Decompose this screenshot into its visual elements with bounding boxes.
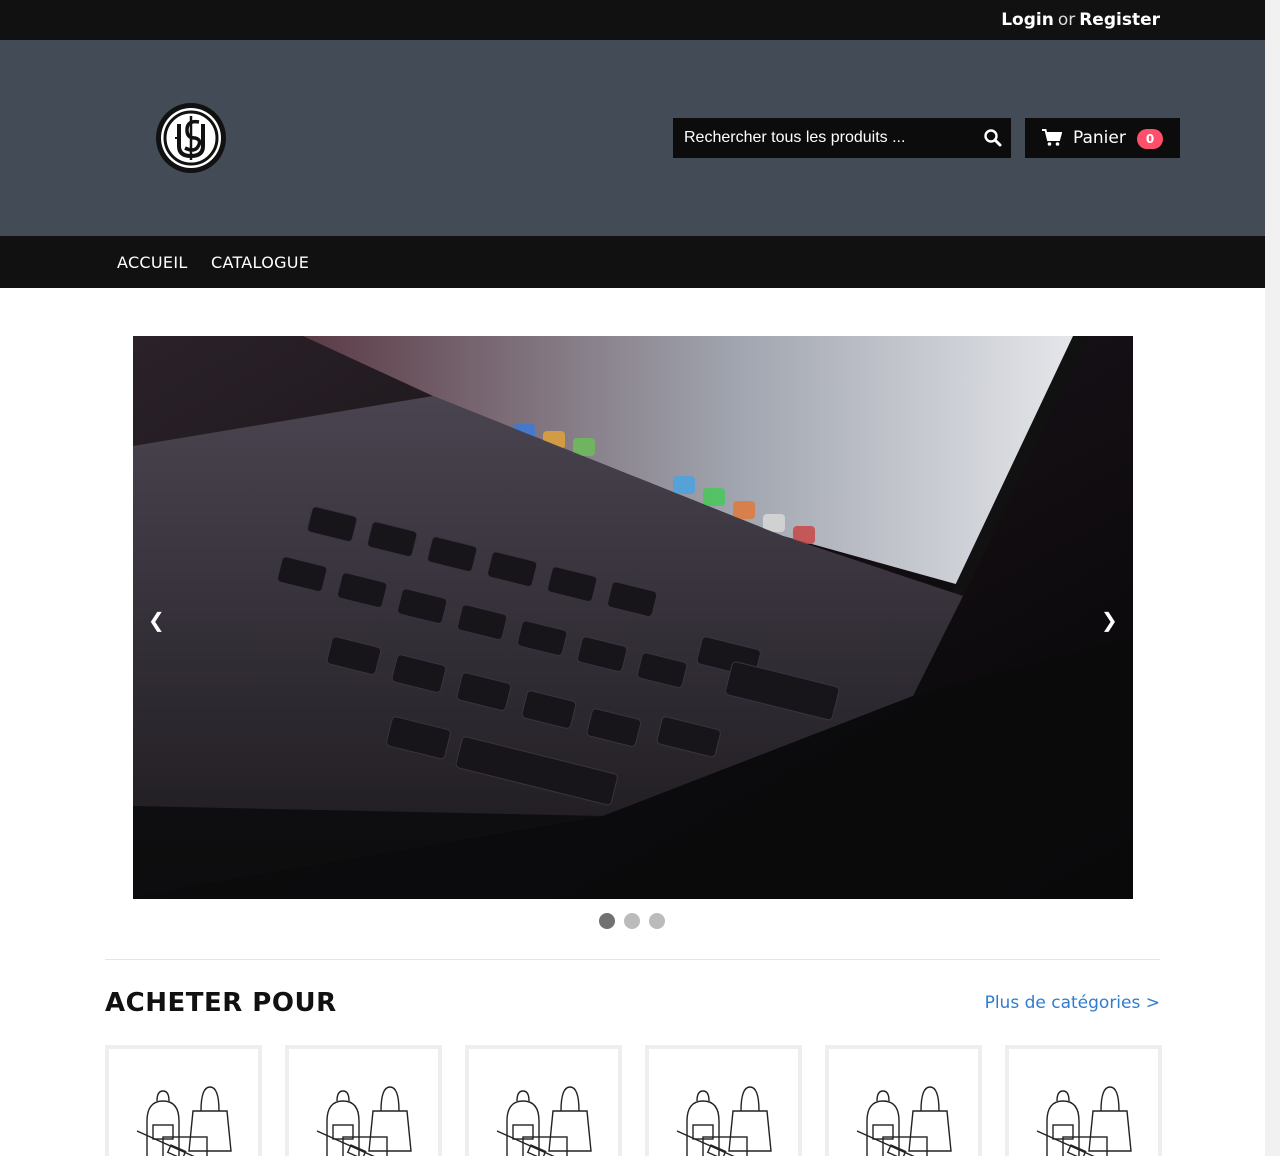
cart-icon bbox=[1042, 129, 1063, 147]
slider-dot-2[interactable] bbox=[624, 913, 640, 929]
category-card[interactable] bbox=[825, 1045, 982, 1156]
search-input[interactable] bbox=[673, 118, 971, 158]
bags-illustration-icon bbox=[496, 1086, 592, 1156]
bags-illustration-icon bbox=[136, 1086, 232, 1156]
cart-button[interactable]: Panier 0 bbox=[1025, 118, 1180, 158]
section-divider bbox=[105, 959, 1160, 960]
laptop-keyboard-photo bbox=[133, 336, 1133, 899]
search-icon[interactable] bbox=[983, 128, 1003, 148]
site-header: Panier 0 bbox=[0, 40, 1265, 236]
page-scrollbar[interactable] bbox=[1265, 0, 1280, 1156]
category-card[interactable] bbox=[105, 1045, 262, 1156]
category-card[interactable] bbox=[1005, 1045, 1162, 1156]
category-card[interactable] bbox=[285, 1045, 442, 1156]
top-bar: Login or Register bbox=[0, 0, 1265, 40]
slider-prev-button[interactable]: ❮ bbox=[148, 608, 165, 632]
login-link[interactable]: Login bbox=[1001, 10, 1054, 30]
bags-illustration-icon bbox=[316, 1086, 412, 1156]
more-categories-link[interactable]: Plus de catégories > bbox=[985, 993, 1160, 1013]
auth-separator: or bbox=[1057, 10, 1076, 30]
page: Login or Register Rechercher tous les pr… bbox=[0, 0, 1265, 1156]
register-link[interactable]: Register bbox=[1079, 10, 1160, 30]
category-card[interactable] bbox=[465, 1045, 622, 1156]
nav-item-catalogue[interactable]: CATALOGUE bbox=[211, 253, 309, 272]
circle-monogram-logo-icon bbox=[156, 103, 226, 173]
bags-illustration-icon bbox=[1036, 1086, 1132, 1156]
search-box bbox=[673, 118, 1011, 158]
auth-links: Login or Register bbox=[1001, 10, 1160, 30]
category-card[interactable] bbox=[645, 1045, 802, 1156]
hero-slider: ❮ ❯ bbox=[133, 336, 1133, 899]
bags-illustration-icon bbox=[676, 1086, 772, 1156]
slider-dot-3[interactable] bbox=[649, 913, 665, 929]
categories-section-title: ACHETER POUR bbox=[105, 988, 337, 1018]
nav-item-accueil[interactable]: ACCUEIL bbox=[117, 253, 188, 272]
cart-label: Panier bbox=[1073, 128, 1126, 148]
slider-dot-1[interactable] bbox=[599, 913, 615, 929]
main-nav: ACCUEIL CATALOGUE bbox=[0, 236, 1265, 288]
cart-count-badge: 0 bbox=[1137, 129, 1163, 149]
slider-next-button[interactable]: ❯ bbox=[1101, 608, 1118, 632]
site-logo[interactable] bbox=[155, 102, 227, 174]
bags-illustration-icon bbox=[856, 1086, 952, 1156]
